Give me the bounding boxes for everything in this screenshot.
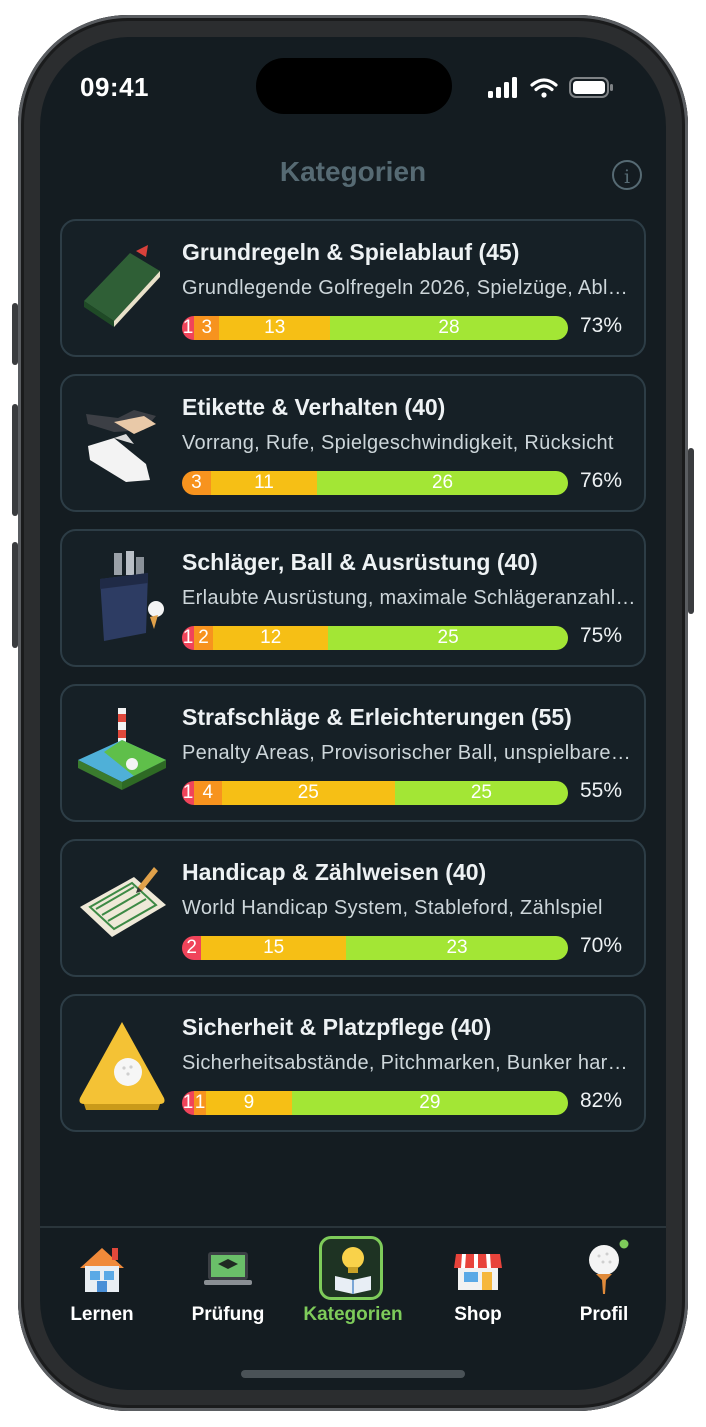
tab-bar-divider: [40, 1226, 666, 1228]
category-title: Etikette & Verhalten (40): [182, 394, 446, 420]
progress-segment-yellow: 9: [206, 1091, 292, 1115]
category-title: Schläger, Ball & Ausrüstung (40): [182, 549, 538, 575]
category-card[interactable]: Sicherheit & Platzpflege (40) Sicherheits…: [60, 994, 646, 1132]
progress-segment-green: 29: [291, 1091, 568, 1115]
category-subtitle: Grundlegende Golfregeln 2026, Spielzüge,…: [182, 277, 637, 299]
golf-bag-icon: [74, 549, 170, 649]
handshake-glove-icon: [74, 394, 170, 494]
category-title: Handicap & Zählweisen (40): [182, 859, 487, 885]
info-icon: i: [623, 166, 631, 188]
progress-segment-yellow: 11: [210, 471, 318, 495]
category-percent: 70%: [580, 934, 623, 957]
power-button: [688, 448, 694, 614]
house-icon: [72, 1238, 132, 1298]
tab-label: Shop: [454, 1304, 502, 1325]
category-subtitle: World Handicap System, Stableford, Zähls…: [182, 897, 603, 919]
category-card[interactable]: Handicap & Zählweisen (40) World Handicap…: [60, 839, 646, 977]
dynamic-island: [256, 58, 452, 114]
laptop-exam-icon: [198, 1238, 258, 1298]
category-title: Sicherheit & Platzpflege (40): [182, 1014, 492, 1040]
tab-label: Prüfung: [191, 1304, 265, 1325]
page-title: Kategorien: [279, 156, 427, 187]
category-subtitle: Sicherheitsabstände, Pitchmarken, Bunker…: [182, 1052, 637, 1074]
progress-segment-orange: 2: [194, 626, 214, 650]
shop-icon: [448, 1238, 508, 1298]
progress-bar: 1 1 9 29: [182, 1091, 568, 1115]
category-subtitle: Vorrang, Rufe, Spielgeschwindigkeit, Rüc…: [182, 432, 614, 454]
battery-icon: [569, 77, 613, 98]
golf-ball-tee-icon: [574, 1238, 634, 1298]
progress-segment-orange: 3: [182, 471, 211, 495]
category-card[interactable]: Schläger, Ball & Ausrüstung (40) Erlaubte…: [60, 529, 646, 667]
warning-sign-icon: [74, 1014, 170, 1114]
online-indicator: [619, 1239, 629, 1249]
category-percent: 73%: [580, 314, 623, 337]
progress-segment-orange: 3: [194, 316, 220, 340]
progress-bar: 1 2 12 25: [182, 626, 568, 650]
wifi-icon: [530, 78, 558, 98]
progress-segment-green: 28: [329, 316, 568, 340]
category-percent: 75%: [580, 624, 623, 647]
progress-segment-yellow: 12: [213, 626, 329, 650]
tab-label: Kategorien: [303, 1304, 403, 1325]
category-subtitle: Erlaubte Ausrüstung, maximale Schlägeran…: [182, 587, 637, 609]
progress-segment-yellow: 15: [201, 936, 347, 960]
progress-segment-orange: 1: [194, 1091, 206, 1115]
signal-icon: [488, 77, 517, 98]
progress-segment-green: 25: [394, 781, 568, 805]
category-card[interactable]: Strafschläge & Erleichterungen (55) Penal…: [60, 684, 646, 822]
category-percent: 55%: [580, 779, 623, 802]
progress-segment-red: 1: [182, 1091, 194, 1115]
progress-bar: 2 15 23: [182, 936, 568, 960]
tab-label: Profil: [579, 1304, 629, 1325]
lightbulb-book-icon: [319, 1236, 383, 1300]
progress-segment-green: 25: [328, 626, 568, 650]
tab-lernen[interactable]: Lernen: [42, 1238, 162, 1326]
progress-bar: 1 4 25 25: [182, 781, 568, 805]
category-subtitle: Penalty Areas, Provisorischer Ball, unsp…: [182, 742, 637, 764]
category-title: Grundregeln & Spielablauf (45): [182, 239, 520, 265]
rulebook-icon: [74, 239, 170, 339]
progress-segment-red: 1: [182, 781, 194, 805]
progress-bar: 1 3 13 28: [182, 316, 568, 340]
status-icons: [488, 77, 613, 98]
category-percent: 82%: [580, 1089, 623, 1112]
progress-segment-yellow: 13: [219, 316, 330, 340]
progress-segment-red: 2: [182, 936, 202, 960]
volume-down-button: [12, 542, 18, 648]
progress-segment-green: 23: [346, 936, 568, 960]
scorecard-icon: [74, 859, 170, 959]
progress-segment-orange: 4: [194, 781, 222, 805]
penalty-area-icon: [74, 704, 170, 804]
progress-segment-yellow: 25: [221, 781, 395, 805]
tab-kategorien[interactable]: Kategorien: [293, 1236, 413, 1326]
progress-segment-red: 1: [182, 316, 194, 340]
category-percent: 76%: [580, 469, 623, 492]
category-title: Strafschläge & Erleichterungen (55): [182, 704, 572, 730]
home-indicator[interactable]: [241, 1370, 465, 1378]
volume-up-button: [12, 404, 18, 516]
progress-segment-green: 26: [317, 471, 568, 495]
category-card[interactable]: Etikette & Verhalten (40) Vorrang, Rufe, …: [60, 374, 646, 512]
tab-shop[interactable]: Shop: [418, 1238, 538, 1326]
tab-label: Lernen: [70, 1304, 134, 1325]
tab-profil[interactable]: Profil: [544, 1238, 664, 1326]
tab-pruefung[interactable]: Prüfung: [168, 1238, 288, 1326]
silent-switch: [12, 303, 18, 365]
status-time: 09:41: [80, 72, 149, 102]
info-button[interactable]: i: [612, 160, 642, 190]
category-card[interactable]: Grundregeln & Spielablauf (45) Grundlegen…: [60, 219, 646, 357]
progress-segment-red: 1: [182, 626, 194, 650]
progress-bar: 3 11 26: [182, 471, 568, 495]
